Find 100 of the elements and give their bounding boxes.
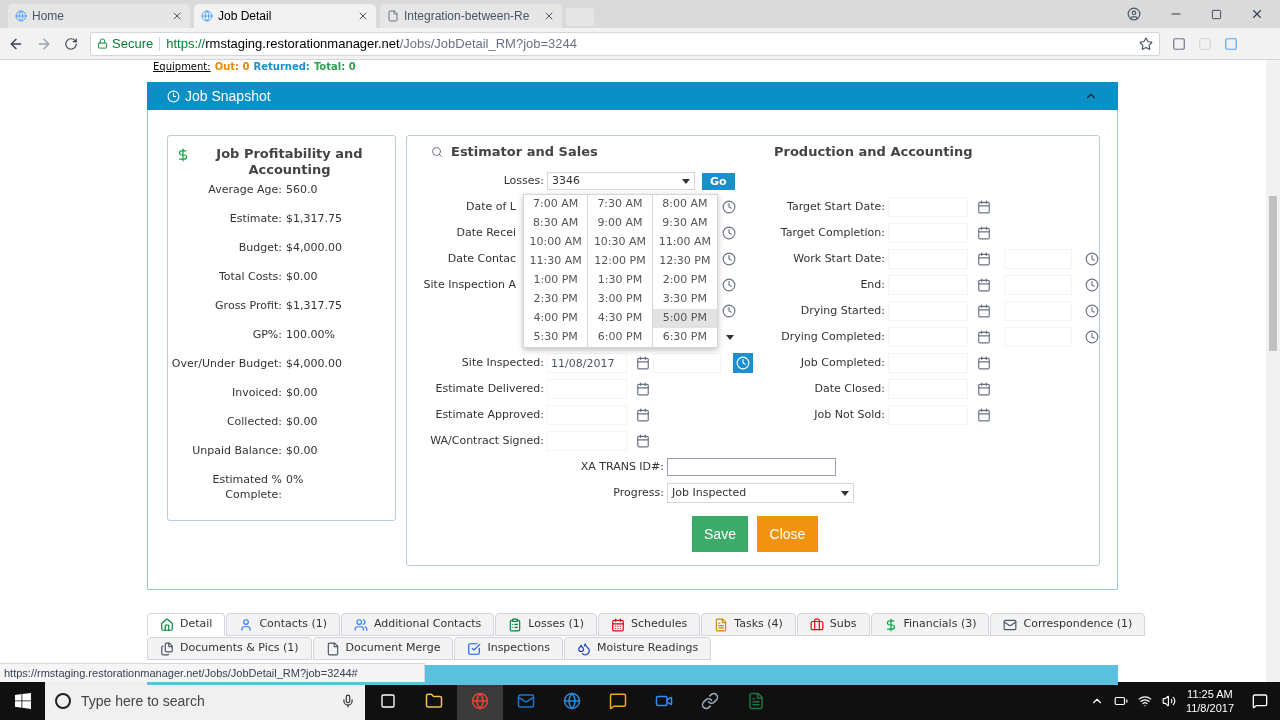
section-tab[interactable]: Document Merge (312, 637, 454, 660)
clock-icon[interactable] (722, 278, 736, 292)
go-button[interactable]: Go (702, 172, 735, 190)
section-tab[interactable]: Additional Contacts (341, 613, 495, 636)
calendar-icon[interactable] (977, 382, 991, 396)
time-option[interactable]: 7:00 AM (524, 195, 589, 214)
metric-value: $4,000.00 (286, 240, 342, 255)
panel-title: Job Snapshot (185, 86, 271, 106)
calendar-icon[interactable] (977, 200, 991, 214)
time-option[interactable]: 2:00 PM (652, 271, 717, 290)
section-tab[interactable]: Losses (1) (495, 613, 597, 636)
section-tab[interactable]: Inspections (454, 637, 563, 660)
section-tab[interactable]: Contacts (1) (226, 613, 340, 636)
time-option[interactable]: 10:30 AM (588, 233, 653, 252)
close-icon[interactable] (543, 10, 555, 22)
time-option[interactable]: 3:30 PM (652, 290, 717, 309)
taskbar-search-field[interactable]: Type here to search (45, 682, 365, 720)
time-option[interactable]: 4:00 PM (524, 309, 589, 328)
caret-icon[interactable] (682, 178, 690, 184)
clock-date: 11/8/2017 (1185, 701, 1234, 715)
browser-tab[interactable]: Home (8, 4, 190, 28)
time-option[interactable]: 1:30 PM (588, 271, 653, 290)
clock-icon[interactable] (1085, 304, 1099, 318)
time-option[interactable]: 2:30 PM (524, 290, 589, 309)
time-option[interactable]: 9:30 AM (652, 214, 717, 233)
metric-value: $0.00 (286, 385, 318, 400)
time-option[interactable]: 12:00 PM (588, 252, 653, 271)
metric-label: GP%: (251, 327, 283, 342)
losses-select[interactable]: 3346 (547, 172, 695, 190)
calendar-icon[interactable] (977, 226, 991, 240)
tab-title: Job Detail (218, 8, 273, 25)
profile-icon[interactable] (1127, 7, 1141, 21)
section-tab[interactable]: Moisture Readings (563, 637, 712, 660)
clock-icon[interactable] (722, 252, 736, 266)
microphone-icon[interactable] (341, 694, 355, 708)
progress-select[interactable]: Job Inspected (667, 483, 854, 503)
calendar-icon[interactable] (977, 278, 991, 292)
field-label: End: (860, 276, 885, 293)
volume-icon[interactable] (1161, 694, 1176, 708)
section-title: Estimator and Sales (451, 143, 598, 162)
calendar-icon[interactable] (636, 382, 650, 396)
clock-icon[interactable] (722, 226, 736, 240)
extension-icon[interactable] (1172, 36, 1186, 51)
close-window-icon[interactable] (1250, 7, 1264, 21)
snapshot-header[interactable]: Job Snapshot (147, 82, 1118, 110)
section-tab[interactable]: Financials (3) (870, 613, 990, 636)
time-option[interactable]: 9:00 AM (588, 214, 653, 233)
calendar-icon[interactable] (636, 356, 650, 370)
time-option[interactable]: 8:00 AM (652, 195, 717, 214)
calendar-icon[interactable] (977, 304, 991, 318)
calendar-icon[interactable] (977, 252, 991, 266)
time-option[interactable]: 1:00 PM (524, 271, 589, 290)
section-tab[interactable]: Subs (796, 613, 870, 636)
time-option[interactable]: 11:00 AM (652, 233, 717, 252)
address-bar[interactable]: Secure https://rmstaging.restorationmanager.net/Jobs/JobDetail_RM?job=3244 (90, 31, 1160, 56)
clock-icon[interactable] (722, 304, 736, 318)
clock-icon[interactable] (722, 200, 736, 214)
time-option[interactable]: 5:30 PM (524, 328, 589, 347)
calendar-icon[interactable] (977, 330, 991, 344)
clock-icon[interactable] (1085, 252, 1099, 266)
time-option[interactable]: 12:30 PM (652, 252, 717, 271)
browser-tab[interactable]: Integration-between-Re (380, 4, 562, 28)
time-option[interactable]: 6:30 PM (652, 328, 717, 347)
calendar-icon[interactable] (977, 356, 991, 370)
clock-icon[interactable] (1085, 278, 1099, 292)
time-option[interactable]: 10:00 AM (524, 233, 589, 252)
section-tab[interactable]: Correspondence (1) (990, 613, 1146, 636)
section-tab[interactable]: Tasks (4) (701, 613, 796, 636)
battery-icon[interactable] (1113, 694, 1128, 708)
notifications-icon[interactable] (1252, 693, 1268, 709)
caret-icon[interactable] (841, 490, 849, 496)
url-text: https://rmstaging.restorationmanager.net/Jobs/JobDetail_RM?job=3244 (166, 34, 578, 53)
section-tab[interactable]: Documents & Pics (1) (147, 637, 312, 660)
section-tab[interactable]: Schedules (598, 613, 701, 636)
time-option[interactable]: 11:30 AM (524, 252, 589, 271)
time-option[interactable]: 3:00 PM (588, 290, 653, 309)
time-option[interactable]: 4:30 PM (588, 309, 653, 328)
calendar-icon[interactable] (636, 408, 650, 422)
calendar-icon[interactable] (977, 408, 991, 422)
close-icon[interactable] (171, 10, 183, 22)
equipment-label[interactable]: Equipment: (153, 62, 211, 72)
time-option[interactable]: 5:00 PM (652, 309, 717, 328)
restore-icon[interactable] (1211, 8, 1222, 20)
close-icon[interactable] (357, 10, 369, 22)
time-option[interactable]: 6:00 PM (588, 328, 653, 347)
scrollbar[interactable] (1266, 60, 1280, 682)
reload-icon[interactable] (64, 36, 78, 51)
metric-value: $1,317.75 (286, 211, 342, 226)
time-option[interactable]: 7:30 AM (588, 195, 653, 214)
section-tab[interactable]: Detail (147, 613, 226, 636)
wifi-icon[interactable] (1137, 694, 1152, 708)
bookmark-star-icon[interactable] (1139, 36, 1153, 51)
time-option[interactable]: 8:30 AM (524, 214, 589, 233)
date-field[interactable]: 11/08/2017 (547, 353, 627, 373)
calendar-icon[interactable] (636, 434, 650, 448)
clock-icon[interactable] (1085, 330, 1099, 344)
xa-trans-field[interactable] (667, 458, 836, 476)
caret-icon[interactable] (726, 334, 734, 340)
browser-tab[interactable]: Job Detail (194, 4, 376, 28)
clock-button[interactable] (733, 353, 753, 373)
